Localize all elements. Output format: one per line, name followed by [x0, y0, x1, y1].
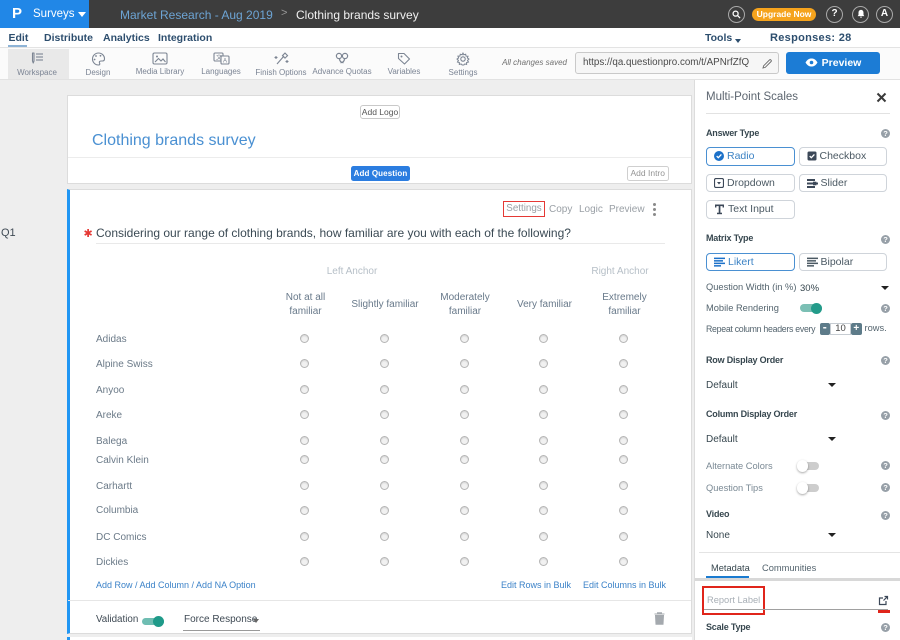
svg-text:A: A [223, 59, 227, 65]
